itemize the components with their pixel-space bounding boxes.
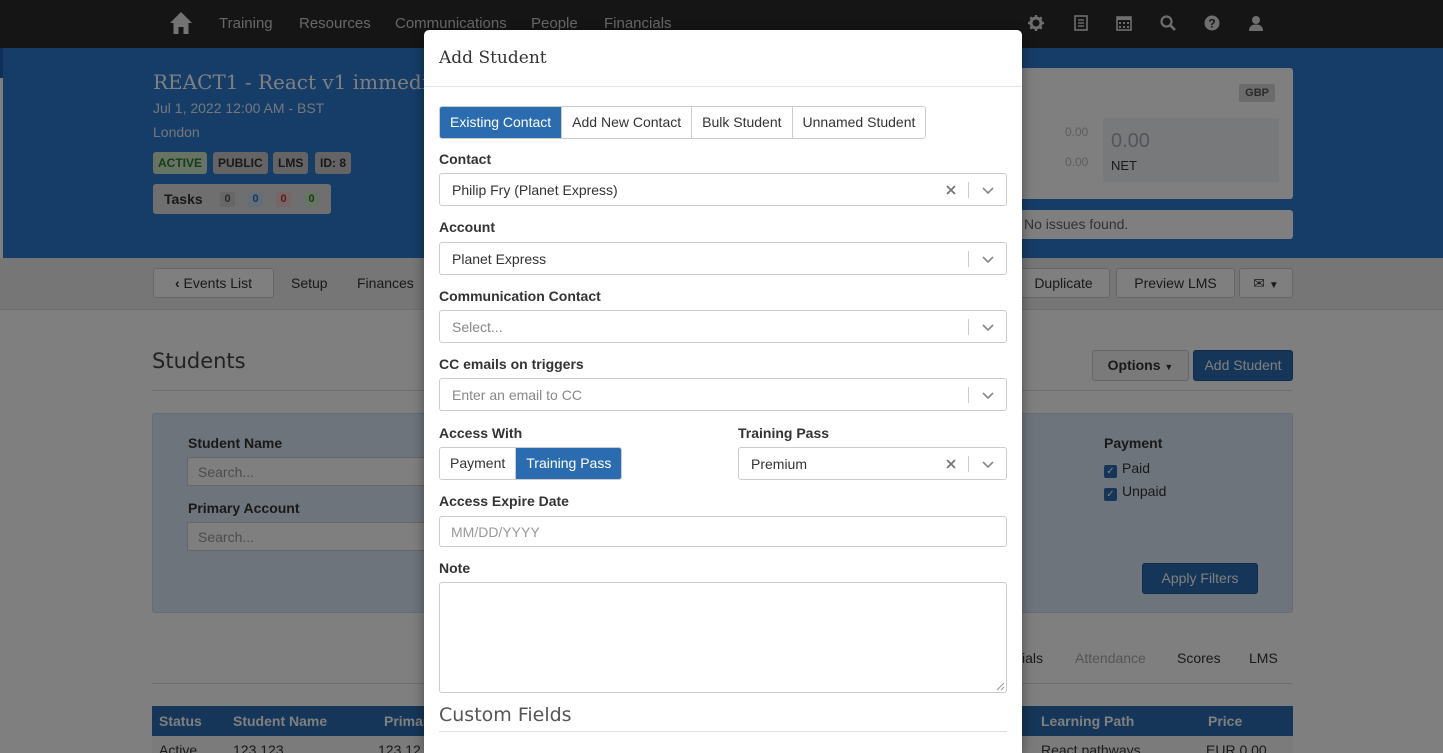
access-payment-option[interactable]: Payment (440, 448, 517, 479)
cc-emails-label: CC emails on triggers (439, 356, 584, 372)
custom-fields-heading: Custom Fields (439, 704, 572, 726)
communication-contact-label: Communication Contact (439, 288, 601, 304)
clear-icon[interactable] (943, 182, 959, 198)
resize-handle-icon[interactable] (995, 681, 1005, 691)
contact-type-tabs: Existing Contact Add New Contact Bulk St… (439, 106, 927, 139)
select-separator (968, 251, 969, 267)
chevron-down-icon[interactable] (980, 251, 996, 267)
access-expire-date-input[interactable]: MM/DD/YYYY (439, 516, 1007, 547)
chevron-down-icon[interactable] (980, 182, 996, 198)
training-pass-select[interactable]: Premium (738, 447, 1007, 480)
chevron-down-icon[interactable] (980, 456, 996, 472)
divider (439, 731, 1007, 732)
contact-value: Philip Fry (Planet Express) (452, 182, 618, 198)
clear-icon[interactable] (943, 456, 959, 472)
add-student-modal: Add Student Existing Contact Add New Con… (424, 30, 1022, 753)
select-separator (968, 319, 969, 335)
note-label: Note (439, 560, 471, 576)
note-textarea[interactable] (439, 582, 1007, 693)
tab-existing-contact[interactable]: Existing Contact (440, 107, 563, 138)
select-separator (968, 182, 969, 198)
access-with-toggle: Payment Training Pass (439, 447, 623, 480)
chevron-down-icon[interactable] (980, 319, 996, 335)
cc-emails-select[interactable]: Enter an email to CC (439, 378, 1007, 411)
training-pass-value: Premium (751, 456, 808, 472)
date-placeholder: MM/DD/YYYY (451, 524, 540, 540)
account-select[interactable]: Planet Express (439, 242, 1007, 275)
access-with-label: Access With (439, 425, 523, 441)
modal-header-divider (424, 86, 1022, 87)
contact-label: Contact (439, 151, 492, 167)
tab-unnamed-student[interactable]: Unnamed Student (792, 107, 926, 138)
modal-title: Add Student (439, 48, 547, 68)
communication-contact-placeholder: Select... (452, 319, 503, 335)
account-label: Account (439, 219, 495, 235)
tab-add-new-contact[interactable]: Add New Contact (562, 107, 693, 138)
communication-contact-select[interactable]: Select... (439, 310, 1007, 343)
chevron-down-icon[interactable] (980, 387, 996, 403)
tab-bulk-student[interactable]: Bulk Student (692, 107, 793, 138)
account-value: Planet Express (452, 251, 547, 267)
select-separator (968, 456, 969, 472)
access-expire-date-label: Access Expire Date (439, 493, 569, 509)
contact-select[interactable]: Philip Fry (Planet Express) (439, 173, 1007, 206)
cc-emails-placeholder: Enter an email to CC (452, 387, 582, 403)
training-pass-label: Training Pass (738, 425, 830, 441)
select-separator (968, 387, 969, 403)
access-training-pass-option[interactable]: Training Pass (516, 448, 622, 479)
